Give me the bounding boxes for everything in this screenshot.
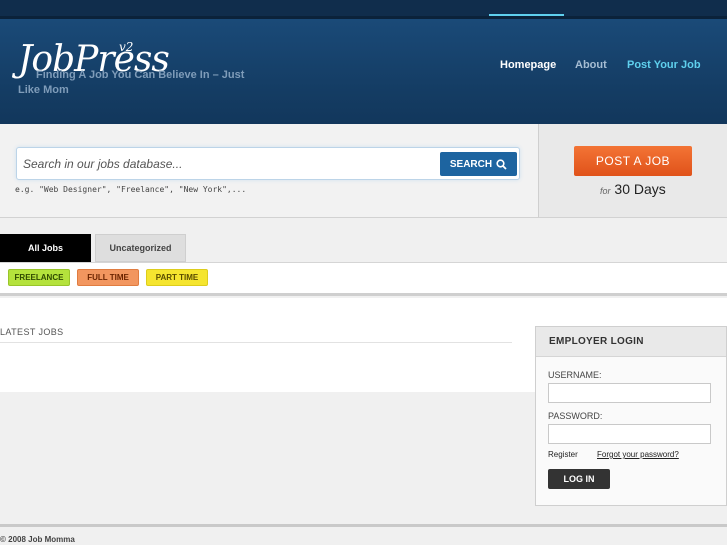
search-button-label: SEARCH <box>449 158 493 170</box>
tab-uncategorized[interactable]: Uncategorized <box>95 234 186 262</box>
username-label: USERNAME: <box>548 370 602 380</box>
latest-jobs-heading: LATEST JOBS <box>0 327 64 337</box>
nav-about[interactable]: About <box>575 59 607 71</box>
search-section: SEARCH e.g. "Web Designer", "Freelance",… <box>0 124 538 218</box>
tab-all-jobs[interactable]: All Jobs <box>0 234 91 262</box>
tag-freelance[interactable]: FREELANCE <box>8 269 70 286</box>
password-field[interactable] <box>548 424 711 444</box>
login-title: EMPLOYER LOGIN <box>536 327 726 357</box>
post-days-label: 30 Days <box>614 181 666 197</box>
top-bar <box>0 0 727 18</box>
post-for-label: for <box>600 186 611 196</box>
post-job-button[interactable]: POST A JOB <box>574 146 692 176</box>
post-duration: for 30 Days <box>600 181 666 197</box>
password-label: PASSWORD: <box>548 411 603 421</box>
search-input[interactable] <box>23 155 433 173</box>
search-icon <box>496 158 507 170</box>
employer-login-panel: EMPLOYER LOGIN USERNAME: PASSWORD: Regis… <box>535 326 727 506</box>
nav-homepage[interactable]: Homepage <box>500 59 556 71</box>
divider <box>0 342 512 343</box>
username-field[interactable] <box>548 383 711 403</box>
site-header: JobPress v2 Finding A Job You Can Believ… <box>0 16 727 124</box>
logo-version: v2 <box>119 40 134 54</box>
site-tagline: Finding A Job You Can Believe In – Just … <box>18 69 245 96</box>
forgot-password-link[interactable]: Forgot your password? <box>597 450 679 459</box>
search-hint: e.g. "Web Designer", "Freelance", "New Y… <box>15 185 247 194</box>
tag-part-time[interactable]: PART TIME <box>146 269 208 286</box>
register-link[interactable]: Register <box>548 450 578 459</box>
post-job-panel: POST A JOB for 30 Days <box>538 124 727 218</box>
tag-full-time[interactable]: FULL TIME <box>77 269 139 286</box>
footer-divider <box>0 524 727 527</box>
search-button[interactable]: SEARCH <box>440 152 517 176</box>
login-button[interactable]: LOG IN <box>548 469 610 489</box>
footer-copyright: © 2008 Job Momma <box>0 535 75 544</box>
search-box: SEARCH <box>16 147 520 180</box>
nav-post-your-job[interactable]: Post Your Job <box>627 59 701 71</box>
job-type-filter-bar: FREELANCE FULL TIME PART TIME <box>0 262 727 296</box>
